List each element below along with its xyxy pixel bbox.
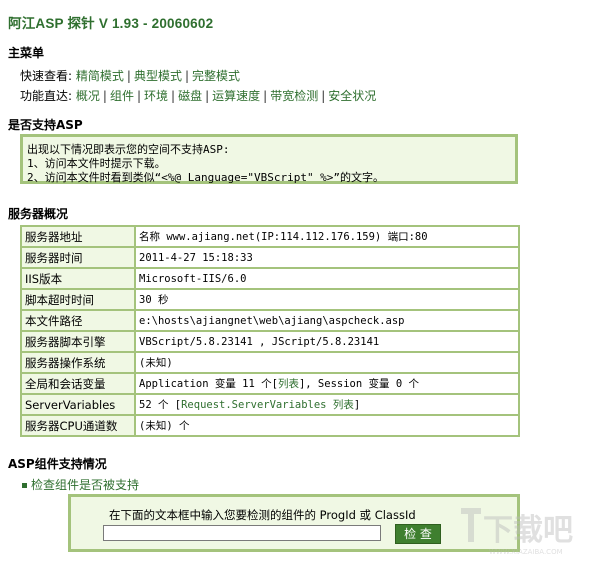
main-menu-heading: 主菜单 xyxy=(8,46,45,60)
check-button[interactable]: 检 查 xyxy=(395,524,441,544)
quick-view-label: 快速查看: xyxy=(20,69,73,83)
function-label: 功能直达: xyxy=(20,89,73,103)
link-disk[interactable]: 磁盘 xyxy=(178,89,202,103)
list-link[interactable]: Request.ServerVariables 列表 xyxy=(181,399,354,411)
component-check-panel: 在下面的文本框中输入您要检测的组件的 ProgId 或 ClassId 检 查 xyxy=(68,494,520,552)
link-bandwidth[interactable]: 带宽检测 xyxy=(270,89,318,103)
server-info-key: 服务器操作系统 xyxy=(20,351,136,374)
components-heading: ASP组件支持情况 xyxy=(8,457,107,471)
server-info-row: 服务器时间 2011-4-27 15:18:33 xyxy=(20,246,520,269)
value-suffix: ], Session 变量 0 个 xyxy=(298,378,419,390)
server-info-table: 服务器地址 名称 www.ajiang.net(IP:114.112.176.15… xyxy=(20,225,520,437)
server-info-row: 脚本超时时间 30 秒 xyxy=(20,288,520,311)
link-speed[interactable]: 运算速度 xyxy=(212,89,260,103)
server-overview-heading: 服务器概况 xyxy=(8,207,69,221)
check-components-label[interactable]: 检查组件是否被支持 xyxy=(31,478,139,492)
function-row: 功能直达: 概况 | 组件 | 环境 | 磁盘 | 运算速度 | 带宽检测 | 安全状况 xyxy=(20,89,377,103)
component-check-prompt: 在下面的文本框中输入您要检测的组件的 ProgId 或 ClassId xyxy=(109,508,416,522)
server-info-value: (未知) 个 xyxy=(134,414,520,437)
server-info-row: 本文件路径 e:\hosts\ajiangnet\web\ajiang\aspch… xyxy=(20,309,520,332)
bullet-square-icon xyxy=(22,483,27,488)
server-info-value: VBScript/5.8.23141 , JScript/5.8.23141 xyxy=(134,330,520,353)
server-info-row: 服务器CPU通道数 (未知) 个 xyxy=(20,414,520,437)
server-info-key: 服务器脚本引擎 xyxy=(20,330,136,353)
value-prefix: 52 个 [ xyxy=(139,399,182,411)
server-info-value: 30 秒 xyxy=(134,288,520,311)
server-info-key: 服务器地址 xyxy=(20,225,136,248)
server-info-value: 名称 www.ajiang.net(IP:114.112.176.159) 端口… xyxy=(134,225,520,248)
asp-support-notice: 出现以下情况即表示您的空间不支持ASP: 1、访问本文件时提示下载。 2、访问本… xyxy=(20,134,518,184)
page-title: 阿江ASP 探针 V 1.93 - 20060602 xyxy=(8,16,214,31)
server-info-key: 服务器CPU通道数 xyxy=(20,414,136,437)
check-components-link[interactable]: 检查组件是否被支持 xyxy=(22,476,139,493)
link-security[interactable]: 安全状况 xyxy=(328,89,376,103)
server-info-value: Microsoft-IIS/6.0 xyxy=(134,267,520,290)
server-info-value: 2011-4-27 15:18:33 xyxy=(134,246,520,269)
asp-support-heading: 是否支持ASP xyxy=(8,118,83,132)
server-info-value: 52 个 [Request.ServerVariables 列表] xyxy=(134,393,520,416)
server-info-row: 全局和会话变量 Application 变量 11 个[列表], Session … xyxy=(20,372,520,395)
link-simple-mode[interactable]: 精简模式 xyxy=(76,69,124,83)
server-info-key: IIS版本 xyxy=(20,267,136,290)
server-info-value: (未知) xyxy=(134,351,520,374)
server-info-row: ServerVariables 52 个 [Request.ServerVaria… xyxy=(20,393,520,416)
server-info-value: Application 变量 11 个[列表], Session 变量 0 个 xyxy=(134,372,520,395)
notice-line: 2、访问本文件时看到类似“<%@ Language="VBScript" %>”… xyxy=(27,171,385,184)
link-environment[interactable]: 环境 xyxy=(144,89,168,103)
server-info-key: 脚本超时时间 xyxy=(20,288,136,311)
server-info-row: IIS版本 Microsoft-IIS/6.0 xyxy=(20,267,520,290)
server-info-value: e:\hosts\ajiangnet\web\ajiang\aspcheck.a… xyxy=(134,309,520,332)
server-info-row: 服务器操作系统 (未知) xyxy=(20,351,520,374)
watermark-sub: WWW.XIAZAIBA.COM xyxy=(489,548,563,556)
server-info-key: 本文件路径 xyxy=(20,309,136,332)
progid-input[interactable] xyxy=(103,525,381,541)
watermark-text: 下载吧 xyxy=(483,513,573,548)
server-info-key: 服务器时间 xyxy=(20,246,136,269)
quick-view-row: 快速查看: 精简模式 | 典型模式 | 完整模式 xyxy=(20,69,241,83)
link-typical-mode[interactable]: 典型模式 xyxy=(134,69,182,83)
xiazaiba-watermark-logo: 下载吧 WWW.XIAZAIBA.COM xyxy=(461,508,573,556)
value-prefix: Application 变量 11 个[ xyxy=(139,378,278,390)
server-info-row: 服务器地址 名称 www.ajiang.net(IP:114.112.176.15… xyxy=(20,225,520,248)
link-overview[interactable]: 概况 xyxy=(76,89,100,103)
server-info-key: ServerVariables xyxy=(20,393,136,416)
value-suffix: ] xyxy=(353,399,361,411)
server-info-key: 全局和会话变量 xyxy=(20,372,136,395)
server-info-row: 服务器脚本引擎 VBScript/5.8.23141 , JScript/5.8.… xyxy=(20,330,520,353)
list-link[interactable]: 列表 xyxy=(278,378,299,390)
link-components[interactable]: 组件 xyxy=(110,89,134,103)
link-full-mode[interactable]: 完整模式 xyxy=(192,69,240,83)
